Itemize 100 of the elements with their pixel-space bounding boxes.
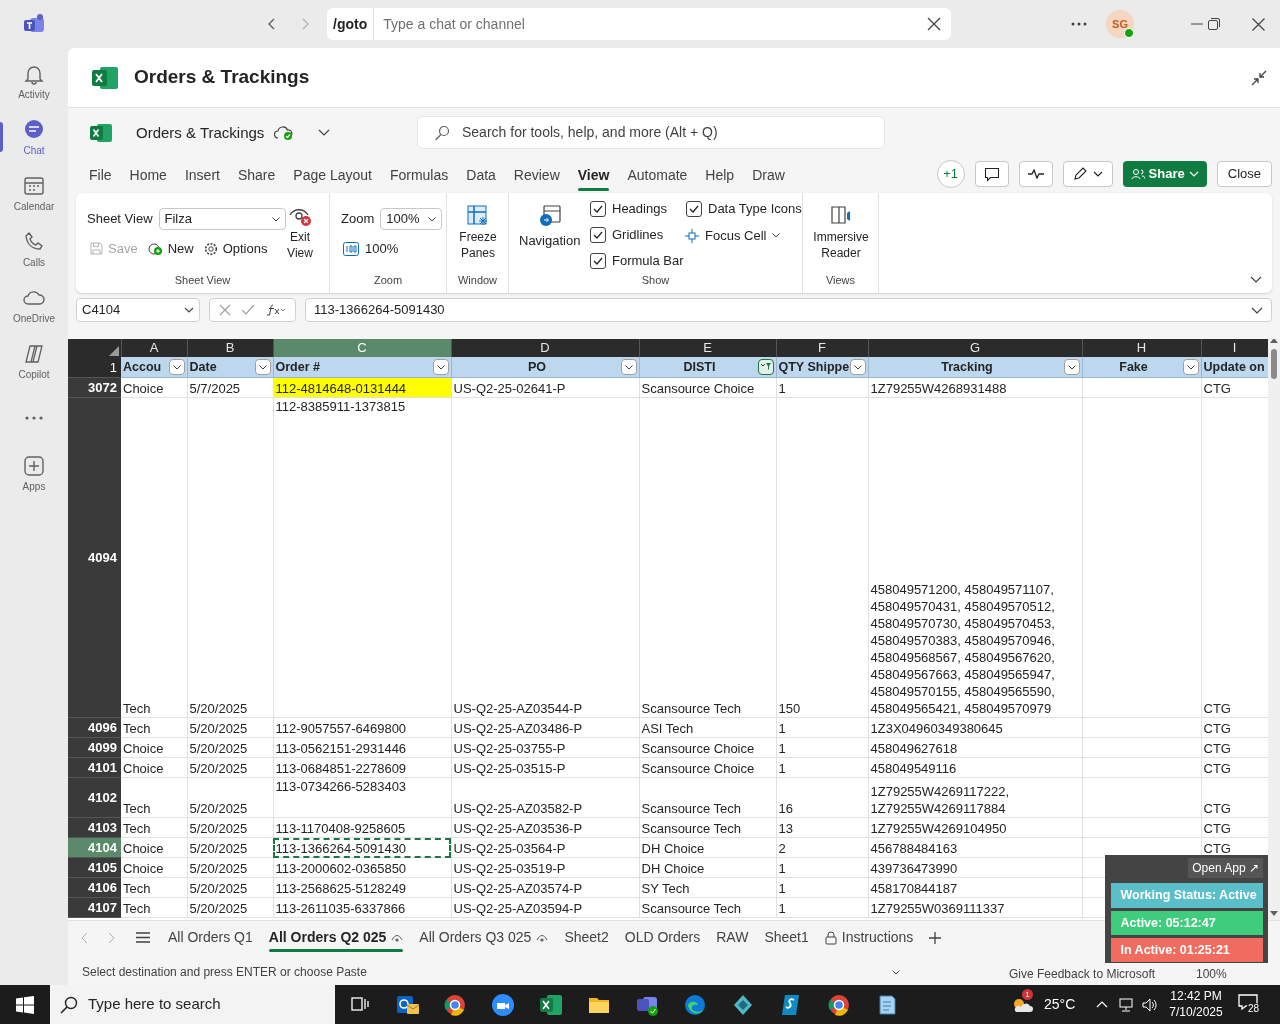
rail-item[interactable]: Copilot [0,334,68,390]
collaborators-button[interactable]: +1 [936,160,965,188]
checkbox[interactable] [686,200,702,217]
menu-icon[interactable] [136,932,150,943]
sheet-tab[interactable]: OLD Orders [616,921,709,954]
rail-item[interactable]: Apps [0,446,68,502]
scroll-thumb[interactable] [1271,349,1277,379]
open-app-button[interactable]: Open App ↗ [1188,858,1263,878]
column-letter[interactable]: C [273,339,451,357]
sheet-tab[interactable]: Instructions [816,921,922,954]
rail-item[interactable]: OneDrive [0,278,68,334]
share-button[interactable]: Share [1122,161,1207,187]
ribbon-tab[interactable]: Home [120,160,176,191]
clear-icon[interactable] [927,17,941,31]
ribbon-tab[interactable]: Automate [618,160,697,191]
network-icon[interactable] [1119,998,1135,1012]
column-letter[interactable]: H [1082,339,1201,357]
sheet-tab[interactable]: All Orders Q3 025 [411,921,557,954]
chevron-down-icon[interactable] [892,970,900,975]
comments-button[interactable] [974,161,1009,187]
column-letter[interactable]: A [121,339,187,357]
row-number[interactable]: 4106 [68,877,121,898]
chevron-down-icon[interactable] [318,129,331,137]
immersive-reader-button[interactable]: Immersive Reader [807,205,875,261]
filter-button[interactable] [620,359,637,375]
more-icon[interactable] [1071,22,1087,26]
options-button[interactable]: Options [203,239,268,259]
name-box[interactable]: C4104 [76,298,200,322]
sheet-tab[interactable]: Sheet1 [756,921,817,954]
zoom-dropdown[interactable]: 100% [380,208,443,230]
chevron-down-icon[interactable] [1250,276,1262,283]
sheet-view-dropdown[interactable]: Filza [158,208,286,230]
new-view-button[interactable]: New [147,239,194,259]
rail-item[interactable]: Activity [0,54,68,110]
volume-icon[interactable] [1142,998,1158,1012]
ribbon-tab[interactable]: Help [696,160,744,191]
checkbox[interactable] [590,200,606,217]
filter-button[interactable] [168,359,185,375]
ribbon-tab[interactable]: View [568,160,619,191]
filter-button[interactable] [1063,359,1080,375]
row-number[interactable]: 4104 [68,837,121,858]
start-icon[interactable] [16,995,34,1014]
rail-item[interactable]: Calls [0,222,68,278]
editing-button[interactable] [1062,161,1113,187]
clock[interactable]: 12:42 PM 7/10/2025 [1168,988,1224,1020]
ribbon-tab[interactable]: Formulas [380,160,458,191]
column-letter[interactable]: I [1201,339,1268,357]
row-number[interactable]: 4094 [68,397,121,718]
restore-icon[interactable] [1208,18,1220,30]
filter-button[interactable] [254,359,271,375]
scroll-down-icon[interactable] [1270,911,1278,916]
row-number[interactable]: 4105 [68,857,121,878]
spreadsheet-icon[interactable] [539,992,563,1017]
row-number[interactable]: 4103 [68,817,121,838]
sheet-tab[interactable]: All Orders Q1 [160,921,261,954]
collapse-icon[interactable] [1250,69,1268,87]
close-button[interactable]: Close [1216,161,1272,187]
notification-icon[interactable] [1238,994,1258,1010]
ribbon-tab[interactable]: Share [228,160,285,191]
row-number[interactable]: 4099 [68,737,121,758]
video-call-icon[interactable] [491,992,515,1017]
workbook-name[interactable]: Orders & Trackings [136,121,265,145]
function-icon[interactable] [265,304,286,316]
cancel-icon[interactable] [219,304,232,316]
add-sheet-icon[interactable] [929,931,942,944]
ribbon-tab[interactable]: Data [457,160,505,191]
row-number[interactable]: 4096 [68,717,121,738]
checkbox[interactable] [590,226,606,243]
focus-cell-button[interactable]: Focus Cell [685,226,781,246]
checkbox[interactable] [590,252,606,269]
ribbon-tab[interactable]: Review [504,160,569,191]
column-letter[interactable]: E [639,339,776,357]
ribbon-tab[interactable]: Draw [743,160,794,191]
row-number[interactable]: 3072 [68,377,121,398]
scroll-up-icon[interactable] [1270,339,1278,343]
filter-button[interactable] [432,359,449,375]
rail-item[interactable]: Calendar [0,166,68,222]
row-number[interactable]: 4101 [68,757,121,778]
column-letter[interactable]: G [868,339,1082,357]
activity-button[interactable] [1018,161,1053,187]
sheet-tab[interactable]: All Orders Q2 025 [260,921,412,954]
zoom-100-button[interactable]: 100% [343,239,399,259]
browser-icon[interactable] [443,992,467,1017]
sheet-tab[interactable]: RAW [708,921,757,954]
formula-field[interactable]: 113-1366264-5091430 [305,298,1272,322]
row-number[interactable]: 4102 [68,777,121,818]
navigation-button[interactable]: Navigation [519,205,581,251]
column-letter[interactable]: B [187,339,273,357]
filter-button[interactable] [849,359,866,375]
column-letter[interactable]: D [451,339,639,357]
sheet-tab[interactable]: Sheet2 [556,921,617,954]
feedback-link[interactable]: Give Feedback to Microsoft [1009,965,1156,983]
ribbon-tab[interactable]: Insert [175,160,229,191]
browser-icon[interactable] [827,992,851,1017]
task-view-icon[interactable] [351,996,369,1013]
edge-icon[interactable] [683,992,707,1017]
column-letter[interactable]: F [776,339,868,357]
freeze-panes-button[interactable]: Freeze Panes [453,205,503,261]
ribbon-tab[interactable]: Page Layout [284,160,381,191]
filter-button[interactable] [757,359,774,375]
